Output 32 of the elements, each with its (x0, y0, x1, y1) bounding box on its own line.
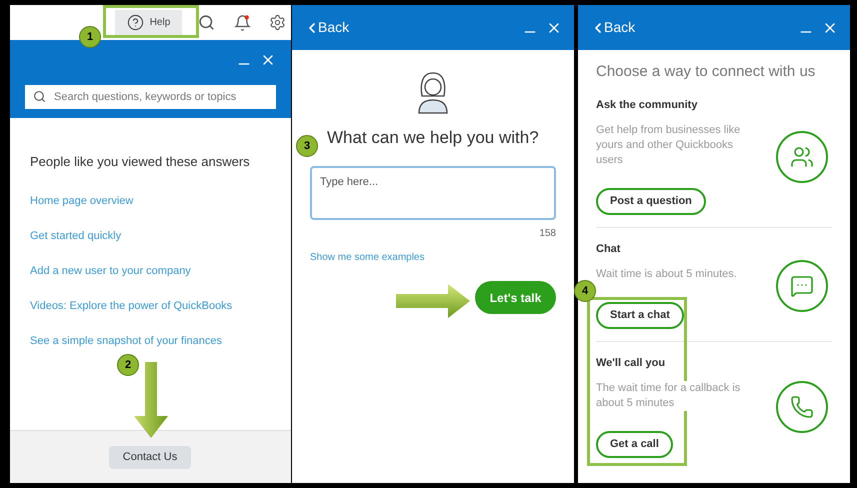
settings-icon[interactable] (269, 14, 286, 31)
examples-link[interactable]: Show me some examples (310, 250, 556, 265)
question-heading: What can we help you with? (327, 127, 540, 149)
help-button[interactable]: Help (115, 10, 182, 36)
search-icon (33, 90, 46, 103)
question-field[interactable]: Type here... (310, 166, 556, 220)
character-count: 158 (539, 227, 556, 241)
chat-bubble-icon (776, 260, 828, 312)
connect-title: Choose a way to connect with us (596, 62, 816, 82)
help-icon (126, 14, 144, 31)
answer-link[interactable]: Get started quickly (30, 229, 271, 243)
option-button[interactable]: Get a call (596, 431, 673, 458)
answer-link[interactable]: Add a new user to your company (30, 264, 271, 278)
bell-icon[interactable] (234, 14, 251, 32)
option-title: We'll call you (596, 356, 666, 370)
option-title: Ask the community (596, 98, 698, 112)
phone-icon (776, 381, 828, 433)
contact-us-button[interactable]: Contact Us (109, 446, 191, 468)
answer-link[interactable]: See a simple snapshot of your finances (30, 334, 271, 348)
search-icon[interactable] (198, 14, 215, 31)
answer-link[interactable]: Home page overview (30, 194, 271, 208)
back-link[interactable]: Back (304, 17, 350, 38)
option-button[interactable]: Post a question (596, 188, 706, 215)
answer-link[interactable]: Videos: Explore the power of QuickBooks (30, 299, 271, 313)
option-title: Chat (596, 242, 622, 256)
option-button[interactable]: Start a chat (596, 302, 684, 329)
back-link[interactable]: Back (590, 17, 636, 38)
search-field[interactable]: Search questions, keywords or topics (25, 85, 276, 109)
section-heading: People like you viewed these answers (30, 154, 251, 170)
support-agent-icon (416, 70, 450, 114)
lets-talk-button[interactable]: Let's talk (475, 281, 556, 314)
people-icon (776, 130, 828, 182)
